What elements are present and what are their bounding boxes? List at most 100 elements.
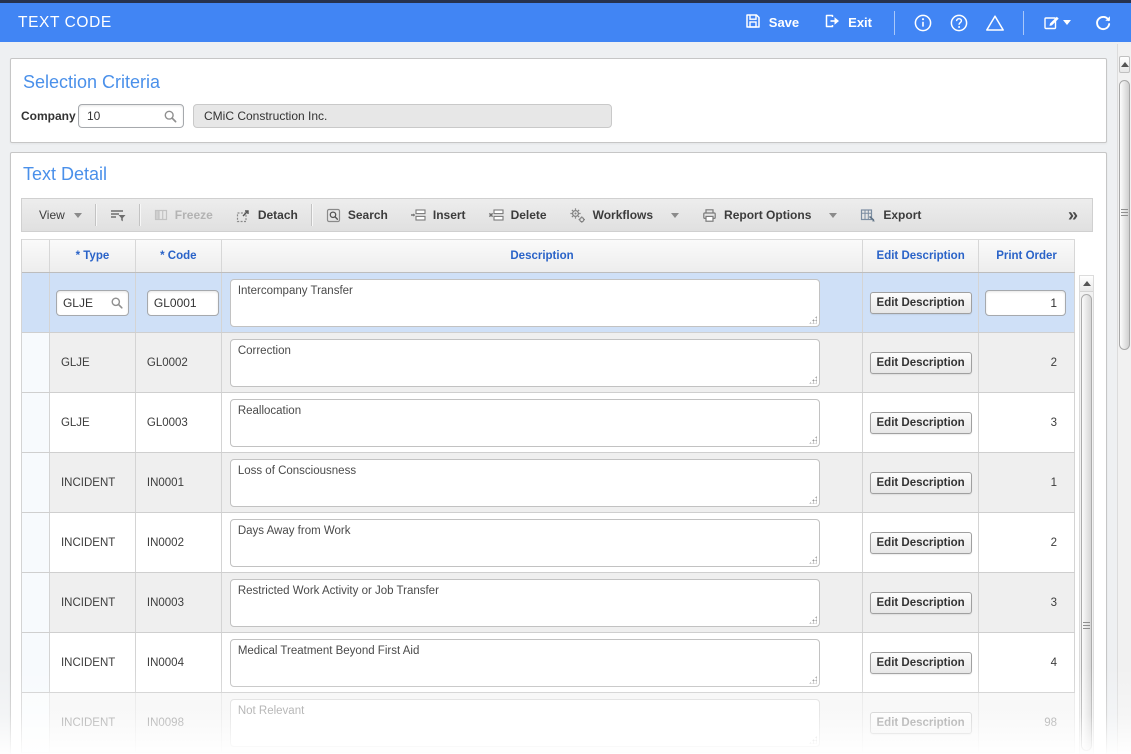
- type-lookup-icon[interactable]: [110, 296, 124, 310]
- edit-description-button[interactable]: Edit Description: [869, 291, 972, 314]
- description-textarea[interactable]: Intercompany Transfer: [229, 278, 820, 327]
- type-cell[interactable]: INCIDENT INCIDENT: [50, 633, 136, 692]
- row-selector-cell[interactable]: [22, 333, 50, 392]
- print-order-cell[interactable]: 4 4: [979, 633, 1075, 692]
- resize-grip-icon[interactable]: [808, 675, 817, 684]
- detach-button[interactable]: Detach: [224, 199, 309, 231]
- description-textarea[interactable]: Days Away from Work: [229, 518, 820, 567]
- table-row[interactable]: INCIDENT INCIDENT IN0001 IN0001 Loss of …: [22, 453, 1075, 513]
- company-input[interactable]: 10: [78, 104, 184, 128]
- workflows-menu-button[interactable]: Workflows: [558, 199, 690, 231]
- export-button[interactable]: Export: [848, 199, 932, 231]
- info-icon[interactable]: [912, 12, 934, 34]
- row-selector-cell[interactable]: [22, 513, 50, 572]
- column-header-edit-description[interactable]: Edit Description: [863, 240, 980, 272]
- search-button[interactable]: Search: [314, 199, 399, 231]
- code-input[interactable]: GL0001: [146, 289, 219, 316]
- edit-description-button[interactable]: Edit Description: [869, 711, 972, 734]
- page-scroll-up-button[interactable]: [1119, 56, 1130, 73]
- exit-button[interactable]: Exit: [823, 12, 872, 33]
- type-cell[interactable]: INCIDENT INCIDENT: [50, 453, 136, 512]
- print-order-cell[interactable]: 98 98: [979, 693, 1075, 752]
- edit-description-button[interactable]: Edit Description: [869, 351, 972, 374]
- edit-description-button[interactable]: Edit Description: [869, 411, 972, 434]
- row-selector-cell[interactable]: [22, 393, 50, 452]
- print-order-input[interactable]: 1: [985, 289, 1066, 316]
- save-button[interactable]: Save: [744, 12, 799, 33]
- description-textarea[interactable]: Medical Treatment Beyond First Aid: [229, 638, 820, 687]
- resize-grip-icon[interactable]: [808, 315, 817, 324]
- table-scrollbar[interactable]: [1079, 275, 1094, 754]
- edit-description-button[interactable]: Edit Description: [869, 531, 972, 554]
- delete-button[interactable]: Delete: [477, 199, 558, 231]
- code-cell[interactable]: GL0001 GL0001: [136, 273, 222, 332]
- code-cell[interactable]: GL0003 GL0003: [136, 393, 222, 452]
- table-row[interactable]: INCIDENT INCIDENT IN0004 IN0004 Medical …: [22, 633, 1075, 693]
- column-header-print-order[interactable]: Print Order: [979, 240, 1075, 272]
- table-row[interactable]: INCIDENT INCIDENT IN0003 IN0003 Restrict…: [22, 573, 1075, 633]
- table-row[interactable]: GLJE GLJE GL0003 GL0003 Reallocation Edi…: [22, 393, 1075, 453]
- edit-description-button[interactable]: Edit Description: [869, 591, 972, 614]
- resize-grip-icon[interactable]: [808, 375, 817, 384]
- type-cell[interactable]: GLJE GLJE: [50, 333, 136, 392]
- print-order-cell[interactable]: 1 1: [979, 453, 1075, 512]
- print-order-cell[interactable]: 1 1: [979, 273, 1075, 332]
- type-cell[interactable]: GLJE GLJE: [50, 273, 136, 332]
- edit-mode-icon[interactable]: [1041, 12, 1071, 34]
- table-scroll-up-button[interactable]: [1080, 276, 1093, 292]
- row-selector-cell[interactable]: [22, 633, 50, 692]
- column-header-code[interactable]: * Code: [136, 240, 222, 272]
- description-textarea[interactable]: Reallocation: [229, 398, 820, 447]
- table-row[interactable]: GLJE GLJE GL0001 GL0001 Intercompany Tra…: [22, 273, 1075, 333]
- column-header-type[interactable]: * Type: [50, 240, 136, 272]
- edit-description-button[interactable]: Edit Description: [869, 651, 972, 674]
- row-selector-cell[interactable]: [22, 453, 50, 512]
- code-cell[interactable]: GL0002 GL0002: [136, 333, 222, 392]
- warning-icon[interactable]: [984, 12, 1006, 34]
- insert-button[interactable]: Insert: [399, 199, 477, 231]
- table-row[interactable]: GLJE GLJE GL0002 GL0002 Correction Edit …: [22, 333, 1075, 393]
- resize-grip-icon[interactable]: [808, 435, 817, 444]
- description-textarea[interactable]: Not Relevant: [229, 698, 820, 747]
- code-cell[interactable]: IN0004 IN0004: [136, 633, 222, 692]
- resize-grip-icon[interactable]: [808, 495, 817, 504]
- toolbar-overflow-button[interactable]: »: [1060, 205, 1086, 226]
- type-cell[interactable]: INCIDENT INCIDENT: [50, 513, 136, 572]
- help-icon[interactable]: [948, 12, 970, 34]
- print-order-cell[interactable]: 2 2: [979, 513, 1075, 572]
- row-selector-cell[interactable]: [22, 273, 50, 332]
- type-cell[interactable]: INCIDENT INCIDENT: [50, 693, 136, 752]
- resize-grip-icon[interactable]: [808, 735, 817, 744]
- row-selector-cell[interactable]: [22, 693, 50, 752]
- code-cell[interactable]: IN0002 IN0002: [136, 513, 222, 572]
- code-cell[interactable]: IN0003 IN0003: [136, 573, 222, 632]
- resize-grip-icon[interactable]: [808, 555, 817, 564]
- table-row[interactable]: INCIDENT INCIDENT IN0098 IN0098 Not Rele…: [22, 693, 1075, 753]
- table-scrollbar-thumb[interactable]: [1081, 294, 1092, 751]
- edit-mode-caret-icon[interactable]: [1062, 20, 1071, 25]
- print-order-cell[interactable]: 3 3: [979, 393, 1075, 452]
- company-lookup-icon[interactable]: [163, 109, 178, 124]
- query-by-example-button[interactable]: [98, 199, 137, 231]
- refresh-icon[interactable]: [1092, 12, 1114, 34]
- print-order-cell[interactable]: 3 3: [979, 573, 1075, 632]
- code-cell[interactable]: IN0001 IN0001: [136, 453, 222, 512]
- type-cell[interactable]: GLJE GLJE: [50, 393, 136, 452]
- table-row[interactable]: INCIDENT INCIDENT IN0002 IN0002 Days Awa…: [22, 513, 1075, 573]
- description-textarea[interactable]: Restricted Work Activity or Job Transfer: [229, 578, 820, 627]
- type-cell[interactable]: INCIDENT INCIDENT: [50, 573, 136, 632]
- description-textarea[interactable]: Correction: [229, 338, 820, 387]
- edit-description-button[interactable]: Edit Description: [869, 471, 972, 494]
- report-options-menu-button[interactable]: Report Options: [690, 199, 848, 231]
- column-header-description[interactable]: Description: [222, 240, 864, 272]
- freeze-button[interactable]: Freeze: [142, 199, 224, 231]
- edit-description-cell: Edit Description: [863, 393, 980, 452]
- print-order-cell[interactable]: 2 2: [979, 333, 1075, 392]
- view-menu-button[interactable]: View: [28, 199, 93, 231]
- code-cell[interactable]: IN0098 IN0098: [136, 693, 222, 752]
- resize-grip-icon[interactable]: [808, 615, 817, 624]
- row-selector-cell[interactable]: [22, 573, 50, 632]
- type-input[interactable]: GLJE: [55, 289, 129, 316]
- description-textarea[interactable]: Loss of Consciousness: [229, 458, 820, 507]
- page-scrollbar[interactable]: [1117, 44, 1131, 754]
